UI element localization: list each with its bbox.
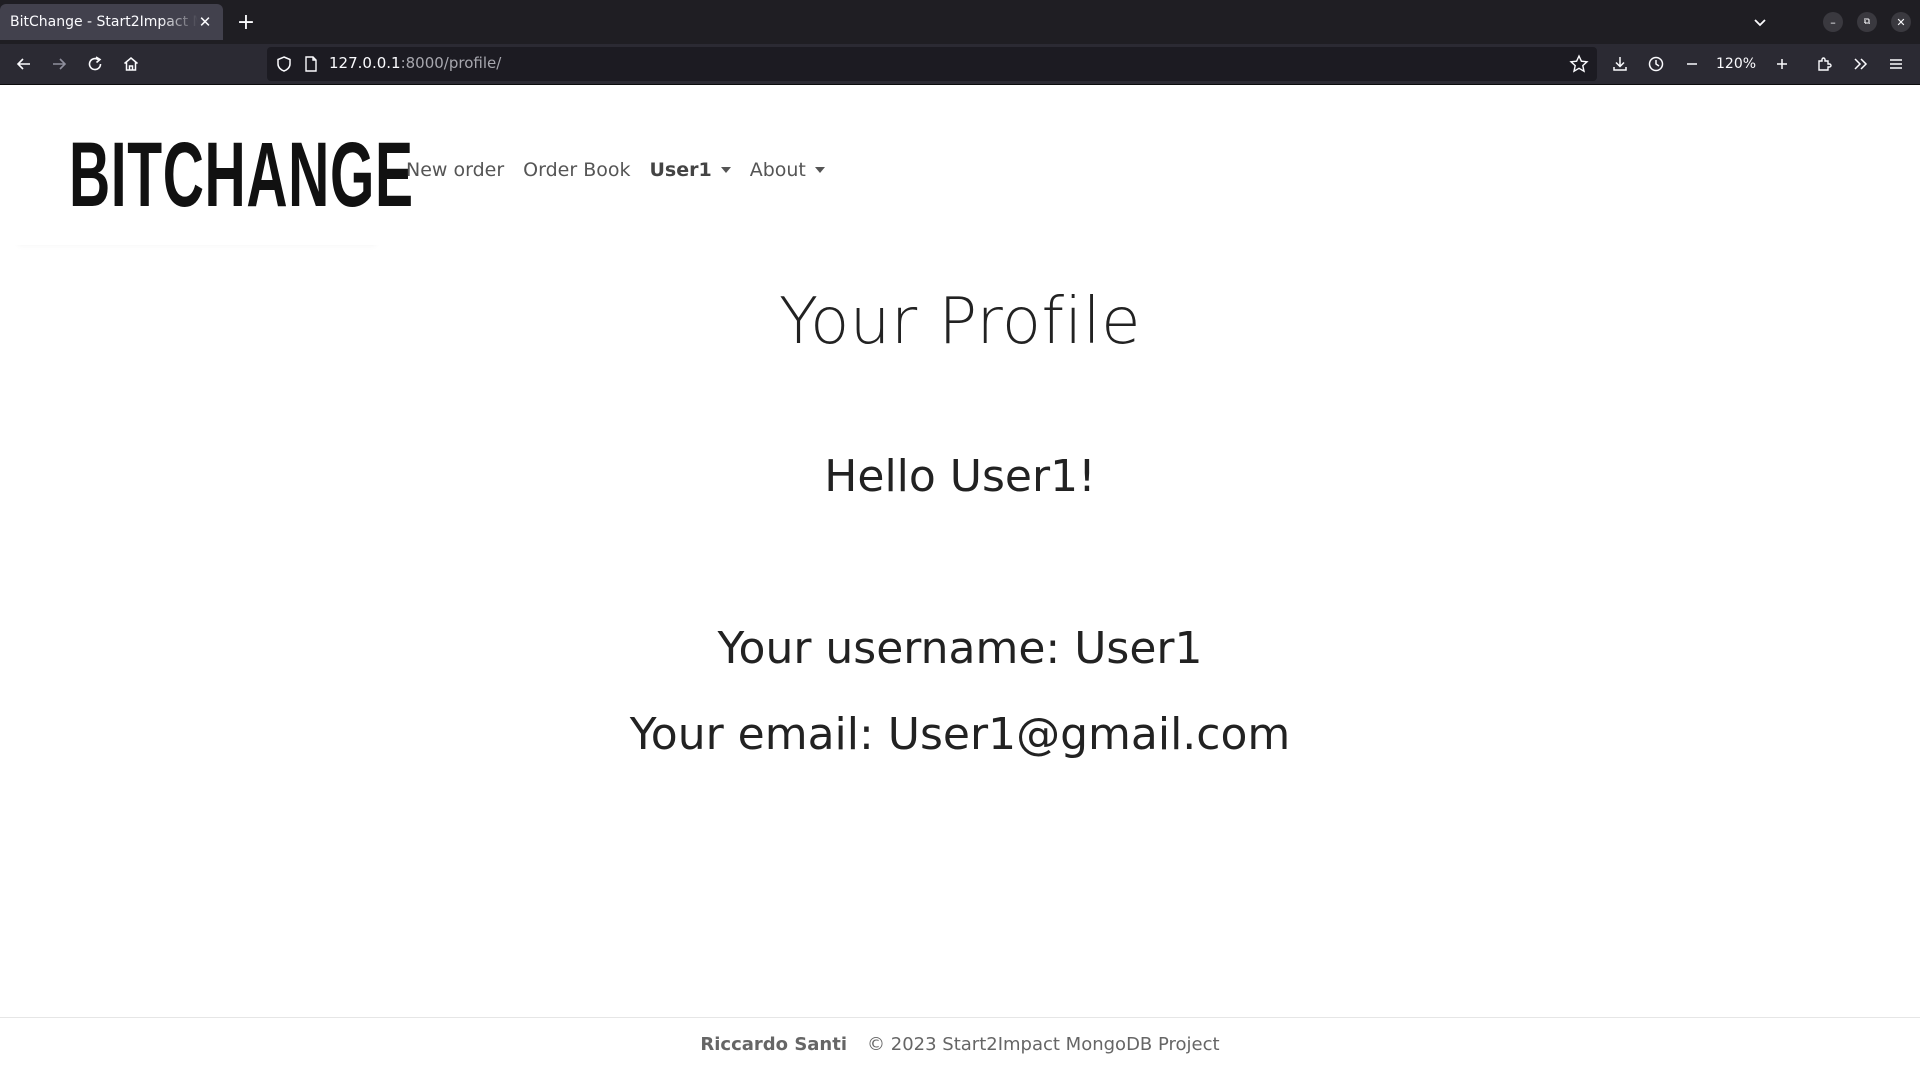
zoom-out-button[interactable] [1680, 52, 1704, 76]
hamburger-menu-icon [1890, 59, 1902, 69]
email-text: Your email: User1@gmail.com [629, 709, 1291, 760]
tab-title: BitChange - Start2Impact MongoDB Project [10, 14, 198, 30]
overflow-button[interactable] [1848, 52, 1872, 76]
caret-down-icon [814, 167, 825, 173]
nav-user-label: User1 [649, 159, 712, 181]
caret-down-icon [720, 167, 731, 173]
shield-icon[interactable] [275, 55, 293, 73]
nav-user-dropdown[interactable]: User1 [649, 159, 731, 181]
footer-author: Riccardo Santi [700, 1034, 848, 1055]
downloads-button[interactable] [1608, 52, 1632, 76]
plus-icon [1777, 59, 1787, 69]
browser-tab-bar: BitChange - Start2Impact MongoDB Project… [0, 0, 1920, 44]
history-button[interactable] [1644, 52, 1668, 76]
restore-icon: ⧉ [1863, 17, 1871, 27]
nav-new-order[interactable]: New order [406, 159, 504, 181]
url-path: :8000/profile/ [400, 54, 502, 72]
reload-icon [88, 56, 102, 71]
new-tab-button[interactable]: + [234, 9, 258, 35]
web-page: BITCHANGE New order Order Book User1 Abo… [0, 85, 1920, 1080]
download-icon [1613, 57, 1627, 71]
username-text: Your username: User1 [717, 623, 1203, 674]
minimize-icon: – [1830, 15, 1836, 29]
url-text[interactable]: 127.0.0.1:8000/profile/ [329, 54, 501, 72]
extensions-button[interactable] [1812, 52, 1836, 76]
site-header: BITCHANGE [12, 85, 413, 245]
forward-arrow-icon [53, 58, 67, 70]
browser-toolbar: 127.0.0.1:8000/profile/ 120% [0, 44, 1920, 85]
site-navigation: New order Order Book User1 About [406, 159, 844, 181]
app-menu-button[interactable] [1884, 52, 1908, 76]
tab-list-button[interactable] [1748, 10, 1772, 34]
window-minimize-button[interactable]: – [1823, 12, 1843, 32]
zoom-level[interactable]: 120% [1716, 56, 1756, 72]
home-icon [124, 57, 138, 71]
nav-order-book[interactable]: Order Book [523, 159, 630, 181]
minus-icon [1687, 63, 1697, 65]
plus-icon: + [236, 9, 256, 35]
close-icon: ✕ [1896, 15, 1906, 29]
star-icon[interactable] [1569, 54, 1589, 74]
tab-close-icon[interactable]: ✕ [195, 12, 215, 32]
back-arrow-icon [16, 58, 30, 70]
footer-copyright: © 2023 Start2Impact MongoDB Project [867, 1034, 1220, 1055]
reload-button[interactable] [83, 52, 107, 76]
site-footer: Riccardo Santi © 2023 Start2Impact Mongo… [0, 1017, 1920, 1080]
site-logo[interactable]: BITCHANGE [69, 129, 414, 221]
window-restore-button[interactable]: ⧉ [1857, 12, 1877, 32]
url-bar[interactable]: 127.0.0.1:8000/profile/ [267, 47, 1597, 81]
browser-tab-active[interactable]: BitChange - Start2Impact MongoDB Project… [0, 4, 223, 40]
nav-about-label: About [749, 159, 806, 181]
extensions-icon [1818, 57, 1832, 71]
page-title: Your Profile [779, 285, 1141, 359]
nav-about-dropdown[interactable]: About [750, 159, 825, 181]
greeting-text: Hello User1! [824, 451, 1096, 502]
history-icon [1648, 56, 1664, 72]
page-icon[interactable] [302, 55, 320, 73]
home-button[interactable] [119, 52, 143, 76]
zoom-in-button[interactable] [1770, 52, 1794, 76]
url-host: 127.0.0.1 [329, 54, 401, 72]
chevron-double-right-icon [1854, 58, 1868, 70]
back-button[interactable] [12, 52, 36, 76]
chevron-down-icon [1754, 19, 1766, 27]
window-close-button[interactable]: ✕ [1891, 12, 1911, 32]
forward-button[interactable] [47, 52, 71, 76]
